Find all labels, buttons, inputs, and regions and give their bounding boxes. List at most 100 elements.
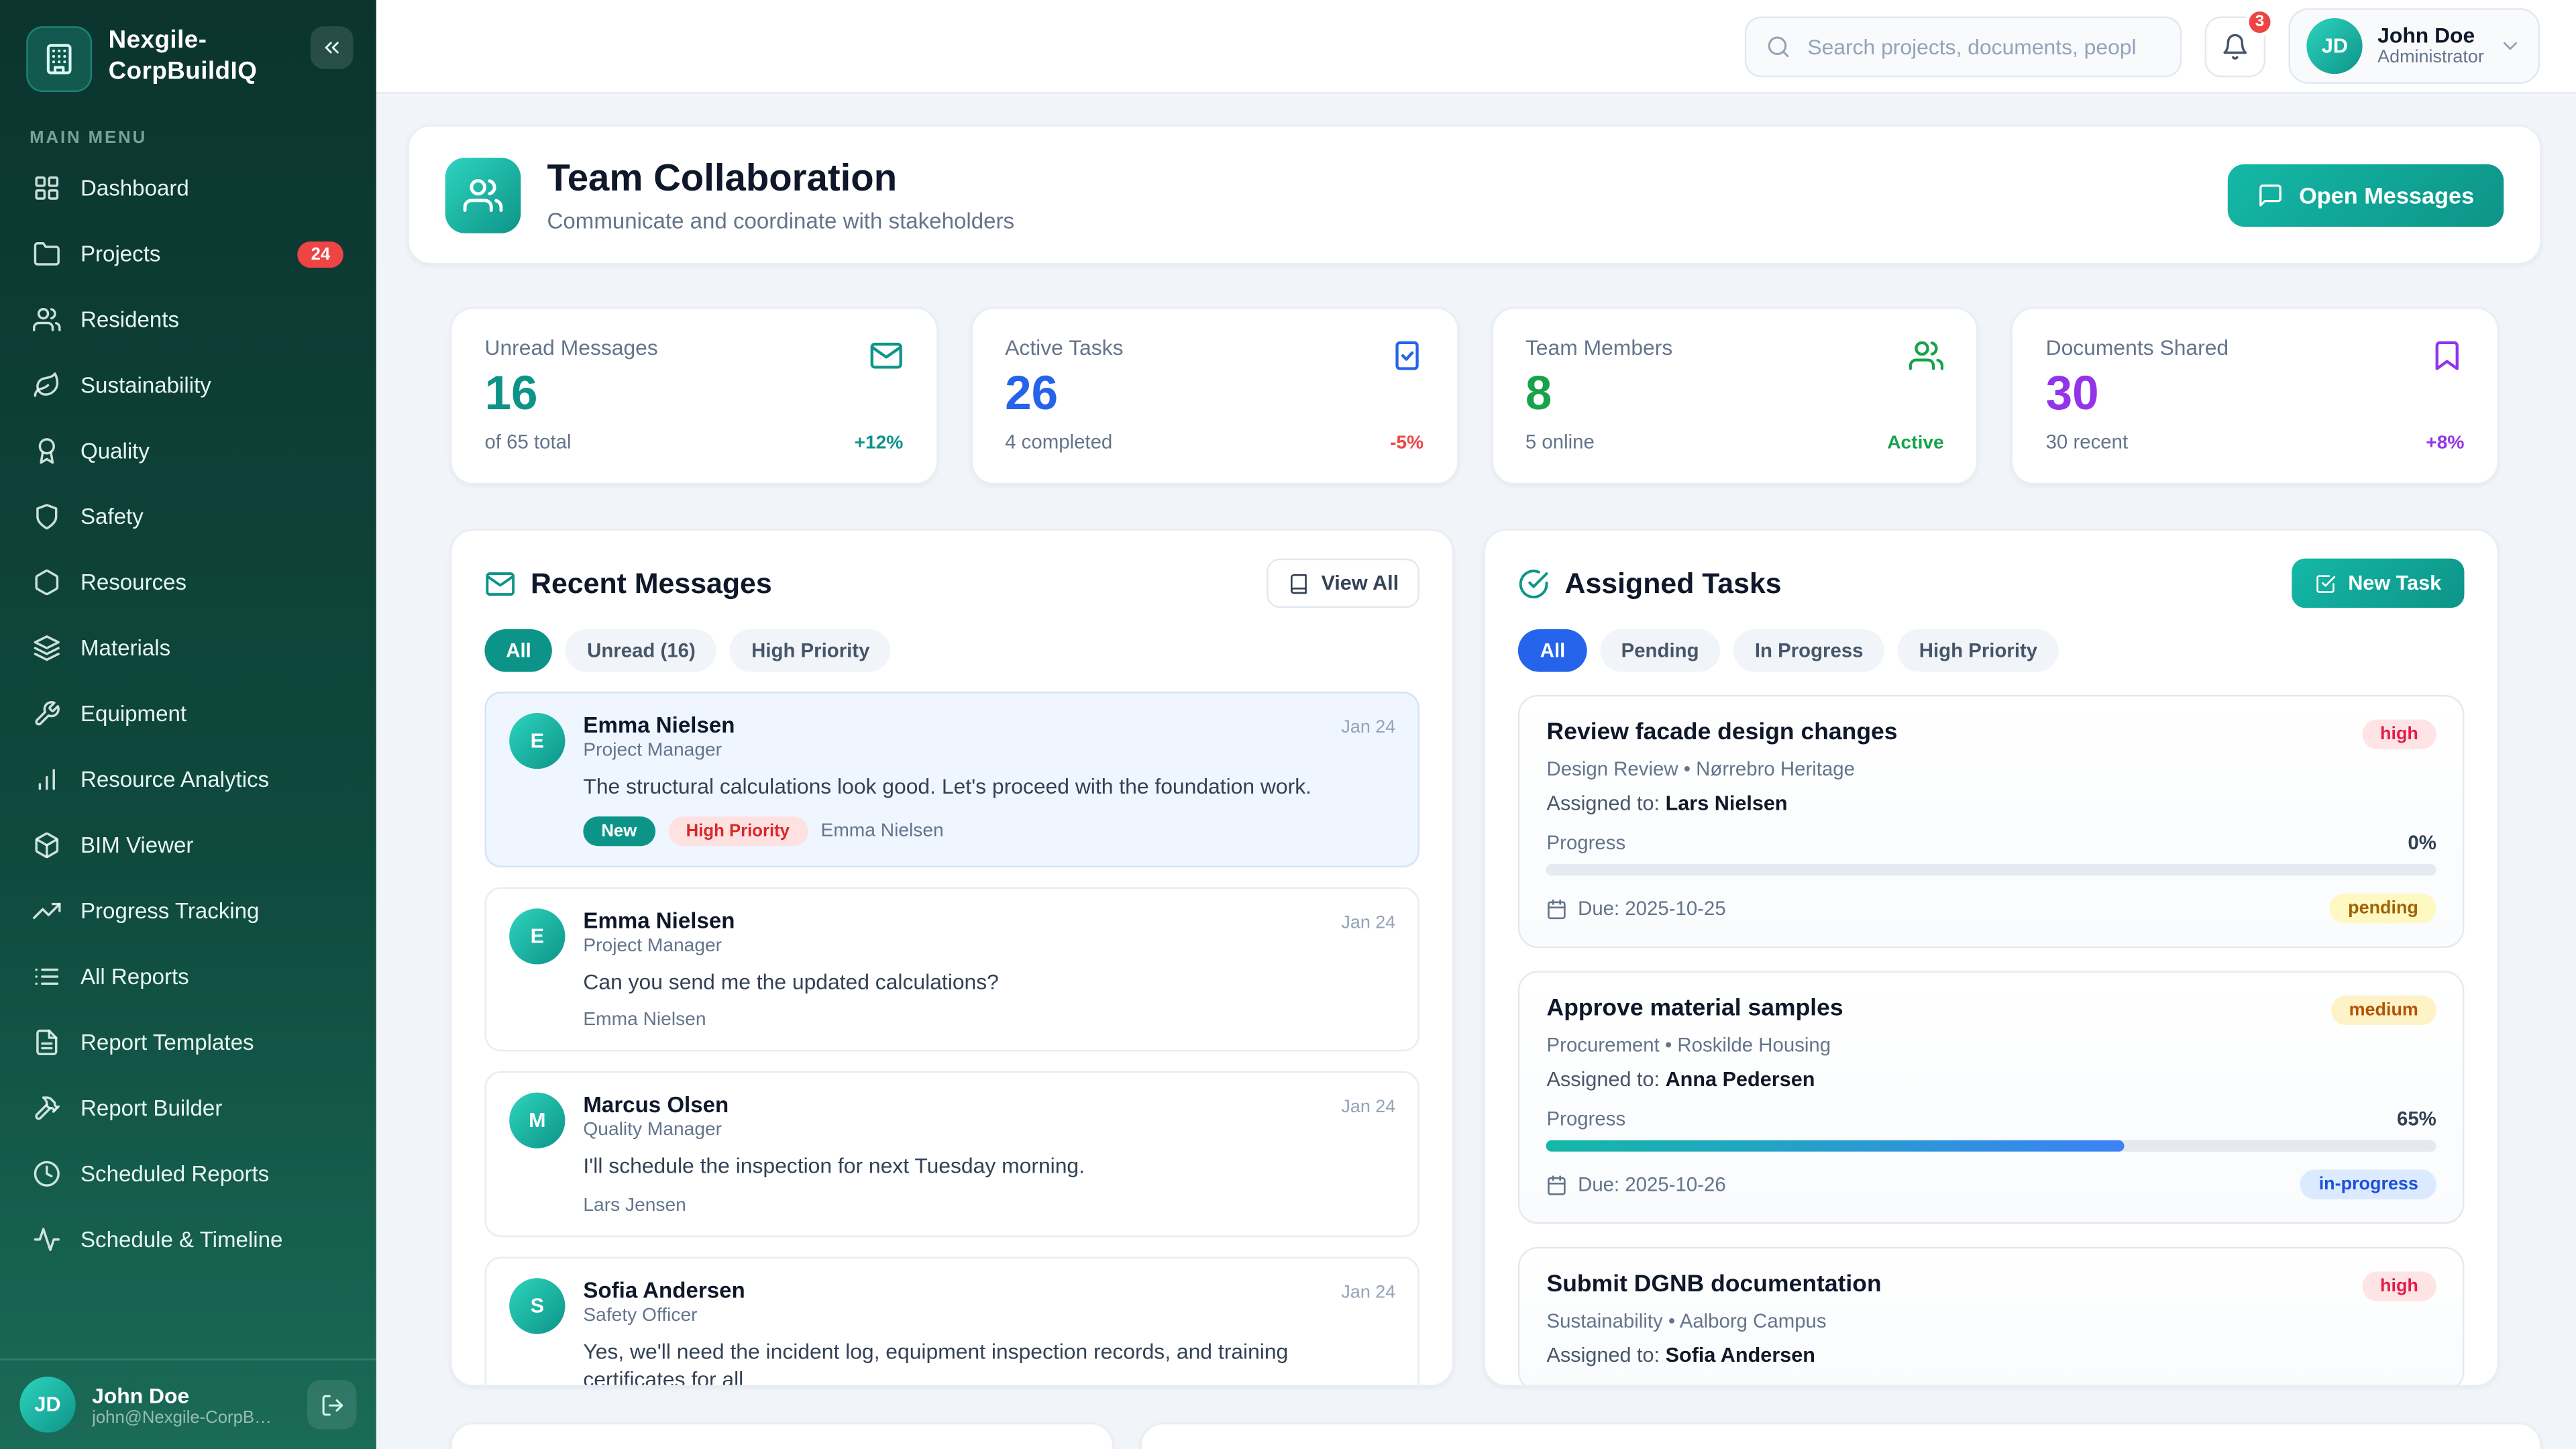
search-box [1745,15,2182,76]
progress-track [1547,1140,2436,1152]
stat-delta: +8% [2426,434,2464,453]
sidebar-item-report-templates[interactable]: Report Templates [16,1012,360,1073]
activity-icon [33,1226,61,1254]
messages-panel-title: Recent Messages [531,566,772,600]
stat-delta: -5% [1390,434,1424,453]
assignee-name: Sofia Andersen [1666,1344,1815,1366]
book-icon [1288,572,1309,594]
progress-fill [1547,1140,2125,1152]
status-badge: pending [2330,894,2436,923]
calendar-icon [1547,898,1568,919]
filter-chip-all[interactable]: All [484,629,552,672]
logout-button[interactable] [307,1380,356,1429]
sidebar-item-label: All Reports [80,965,189,989]
filter-chip-all[interactable]: All [1519,629,1587,672]
assigned-to-label: Assigned to: [1547,1344,1660,1366]
filter-chip-in-progress[interactable]: In Progress [1733,629,1884,672]
filter-chip-pending[interactable]: Pending [1600,629,1721,672]
tasks-panel-title: Assigned Tasks [1564,566,1781,600]
priority-badge: high [2362,1272,2436,1301]
stat-label: Unread Messages [484,335,657,360]
sidebar-item-progress-tracking[interactable]: Progress Tracking [16,881,360,942]
progress-percent: 65% [2397,1108,2436,1130]
sidebar-item-scheduled-reports[interactable]: Scheduled Reports [16,1143,360,1204]
sidebar-item-dashboard[interactable]: Dashboard [16,158,360,219]
message-item[interactable]: M Marcus Olsen Jan 24 Quality Manager I'… [484,1071,1420,1236]
task-card[interactable]: Review facade design changes high Design… [1519,695,2465,948]
mail-icon [484,568,516,599]
message-footer: Lars Jensen [583,1195,686,1215]
task-plus-icon [2315,572,2337,594]
sidebar-item-label: Progress Tracking [80,899,259,924]
filter-chip-high-priority[interactable]: High Priority [1898,629,2059,672]
assigned-tasks-panel: Assigned Tasks New Task All Pending In P… [1484,529,2498,1387]
sidebar-item-label: Sustainability [80,373,211,398]
user-menu[interactable]: JD John Doe Administrator [2289,8,2540,84]
sidebar-item-schedule-timeline[interactable]: Schedule & Timeline [16,1209,360,1270]
topbar-user-name: John Doe [2377,22,2484,48]
task-assignee: Assigned to: Anna Pedersen [1547,1068,2436,1091]
avatar: JD [19,1377,75,1432]
message-date: Jan 24 [1341,913,1395,932]
view-all-label: View All [1321,572,1399,594]
sidebar-menu: Dashboard Projects 24 Residents Sustaina… [0,158,376,1352]
search-input[interactable] [1804,32,2160,60]
message-sender-role: Project Manager [583,936,1395,955]
progress-percent: 0% [2408,831,2436,854]
view-all-button[interactable]: View All [1267,559,1420,608]
open-messages-button[interactable]: Open Messages [2229,164,2504,226]
message-item[interactable]: S Sofia Andersen Jan 24 Safety Officer Y… [484,1256,1420,1387]
sidebar-item-resource-analytics[interactable]: Resource Analytics [16,749,360,810]
sidebar-item-label: BIM Viewer [80,833,193,858]
collapse-sidebar-button[interactable] [311,26,354,69]
stat-value: 8 [1525,368,1672,423]
sidebar-item-bim-viewer[interactable]: BIM Viewer [16,815,360,876]
message-footer: Emma Nielsen [583,1010,706,1030]
priority-badge: medium [2331,996,2436,1025]
stat-card-active-tasks: Active Tasks 26 4 completed -5% [971,307,1458,484]
message-date: Jan 24 [1341,1097,1395,1117]
sidebar-item-sustainability[interactable]: Sustainability [16,355,360,416]
sidebar-item-label: Residents [80,307,179,332]
assignee-name: Anna Pedersen [1666,1068,1815,1091]
sidebar-user-card[interactable]: JD John Doe john@Nexgile-CorpBuil... [0,1358,376,1449]
sidebar-item-label: Materials [80,636,170,661]
file-text-icon [33,1028,61,1057]
new-badge: New [583,816,655,845]
logout-icon [319,1393,344,1417]
notifications-button[interactable]: 3 [2205,15,2266,76]
sidebar-item-resources[interactable]: Resources [16,552,360,613]
chevron-down-icon [2499,34,2522,57]
dashboard-icon [33,174,61,203]
page-title: Team Collaboration [547,156,1015,202]
sidebar-item-label: Resource Analytics [80,767,269,792]
assigned-to-label: Assigned to: [1547,792,1660,814]
priority-badge: high [2362,720,2436,749]
sidebar-item-residents[interactable]: Residents [16,289,360,350]
message-item[interactable]: E Emma Nielsen Jan 24 Project Manager Th… [484,692,1420,867]
task-card[interactable]: Submit DGNB documentation high Sustainab… [1519,1247,2465,1387]
assigned-to-label: Assigned to: [1547,1068,1660,1091]
stat-label: Team Members [1525,335,1672,360]
sidebar-item-label: Projects [80,241,160,266]
task-card[interactable]: Approve material samples medium Procurem… [1519,971,2465,1224]
sidebar-item-materials[interactable]: Materials [16,618,360,679]
message-sender: Emma Nielsen [583,713,735,738]
bell-icon [2222,32,2250,60]
sidebar-item-report-builder[interactable]: Report Builder [16,1078,360,1139]
message-item[interactable]: E Emma Nielsen Jan 24 Project Manager Ca… [484,886,1420,1051]
sidebar-item-projects[interactable]: Projects 24 [16,223,360,284]
sidebar-item-all-reports[interactable]: All Reports [16,947,360,1008]
cube-icon [33,831,61,859]
sidebar-item-equipment[interactable]: Equipment [16,684,360,745]
new-task-button[interactable]: New Task [2292,559,2465,608]
clipboard-check-icon [1389,338,1424,372]
bookmark-icon [2430,338,2464,372]
task-title: Approve material samples [1547,996,1843,1022]
sidebar-item-label: Safety [80,504,144,529]
sidebar-item-safety[interactable]: Safety [16,486,360,547]
search-icon [1766,34,1791,58]
filter-chip-high-priority[interactable]: High Priority [730,629,891,672]
sidebar-item-quality[interactable]: Quality [16,421,360,482]
filter-chip-unread[interactable]: Unread (16) [566,629,716,672]
